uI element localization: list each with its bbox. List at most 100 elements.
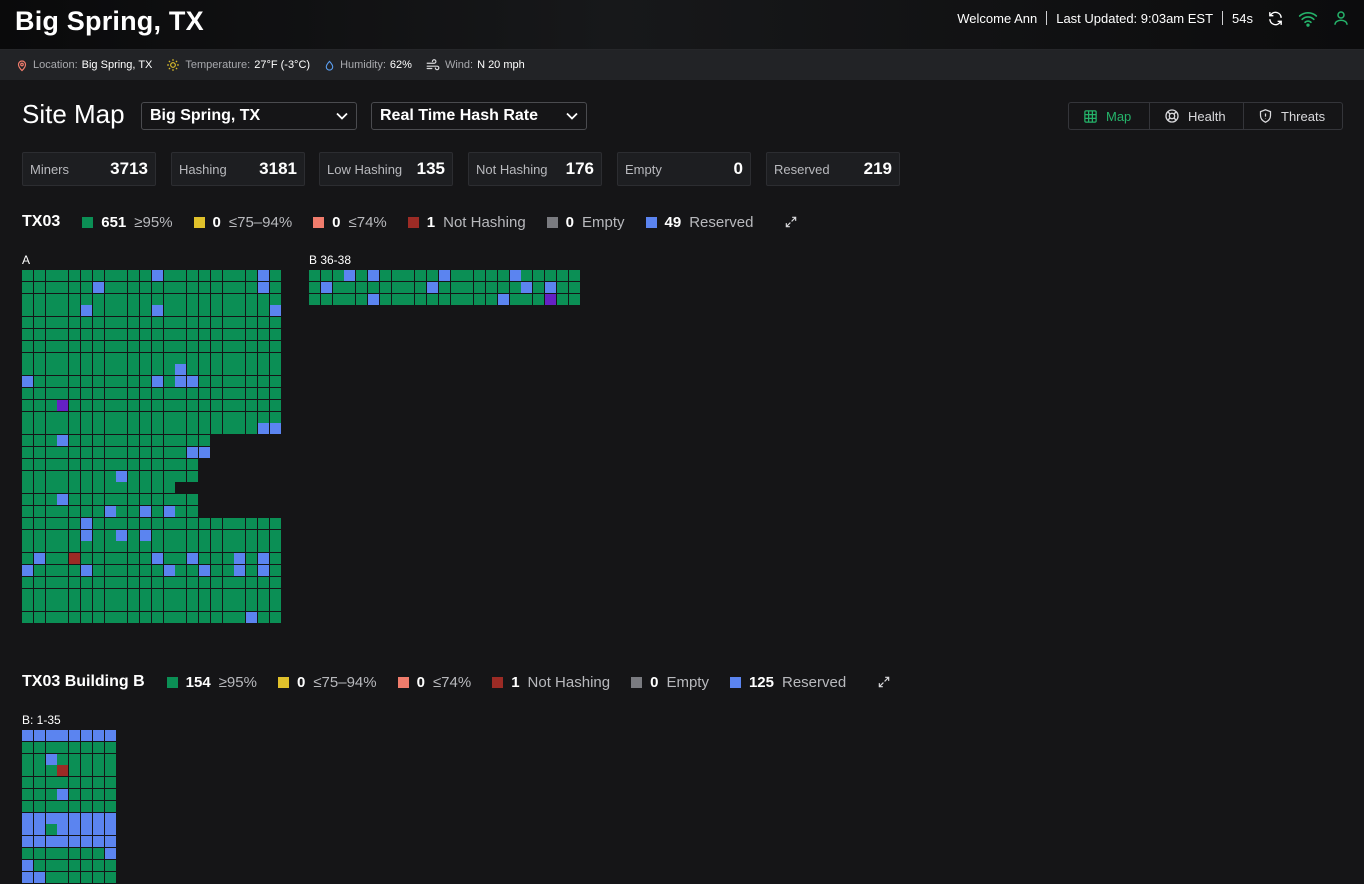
miner-cell-hashing[interactable] <box>57 600 69 612</box>
miner-cell-hashing[interactable] <box>210 364 222 376</box>
miner-cell-hashing[interactable] <box>210 305 222 317</box>
miner-cell-hashing[interactable] <box>57 470 69 482</box>
miner-cell-hashing[interactable] <box>210 281 222 293</box>
miner-cell-reserved[interactable] <box>116 529 128 541</box>
miner-cell-hashing[interactable] <box>258 329 269 340</box>
miner-cell-hashing[interactable] <box>222 541 234 553</box>
miner-cell-reserved[interactable] <box>269 423 281 435</box>
miner-cell-hashing[interactable] <box>22 447 33 458</box>
miner-cell-hashing[interactable] <box>45 293 57 305</box>
miner-cell-hashing[interactable] <box>57 317 69 329</box>
miner-cell-hashing[interactable] <box>92 871 104 883</box>
miner-cell-hashing[interactable] <box>116 435 128 447</box>
miner-cell-hashing[interactable] <box>33 447 45 458</box>
miner-cell-hashing[interactable] <box>45 588 57 600</box>
miner-cell-hashing[interactable] <box>33 529 45 541</box>
miner-cell-hashing[interactable] <box>140 494 151 506</box>
miner-cell-hashing[interactable] <box>45 824 57 836</box>
miner-cell-hashing[interactable] <box>521 293 533 305</box>
miner-cell-reserved[interactable] <box>22 812 33 824</box>
miner-cell-hashing[interactable] <box>81 506 92 517</box>
miner-cell-hashing[interactable] <box>92 352 104 364</box>
miner-cell-hashing[interactable] <box>269 576 281 588</box>
miner-cell-hashing[interactable] <box>57 352 69 364</box>
miner-cell-reserved[interactable] <box>69 730 81 741</box>
miner-cell-reserved[interactable] <box>33 871 45 883</box>
miner-cell-hashing[interactable] <box>258 576 269 588</box>
miner-cell-reserved[interactable] <box>22 859 33 871</box>
miner-cell-hashing[interactable] <box>234 600 246 612</box>
miner-cell-hashing[interactable] <box>92 364 104 376</box>
miner-cell-hashing[interactable] <box>222 340 234 352</box>
miner-cell-hashing[interactable] <box>450 293 462 305</box>
miner-cell-hashing[interactable] <box>116 340 128 352</box>
miner-cell-hashing[interactable] <box>22 364 33 376</box>
miner-cell-hashing[interactable] <box>116 447 128 458</box>
miner-cell-hashing[interactable] <box>246 293 258 305</box>
miner-cell-hashing[interactable] <box>140 376 151 388</box>
miner-cell-hashing[interactable] <box>222 411 234 423</box>
miner-cell-hashing[interactable] <box>45 565 57 576</box>
miner-cell-hashing[interactable] <box>92 576 104 588</box>
miner-cell-hashing[interactable] <box>116 376 128 388</box>
miner-cell-hashing[interactable] <box>33 777 45 789</box>
miner-cell-hashing[interactable] <box>45 553 57 565</box>
miner-cell-hashing[interactable] <box>81 411 92 423</box>
miner-cell-hashing[interactable] <box>258 376 269 388</box>
miner-cell-hashing[interactable] <box>104 388 116 399</box>
miner-cell-hashing[interactable] <box>81 270 92 281</box>
miner-cell-hashing[interactable] <box>45 447 57 458</box>
miner-cell-hashing[interactable] <box>210 588 222 600</box>
miner-cell-hashing[interactable] <box>556 281 568 293</box>
miner-cell-reserved[interactable] <box>22 836 33 848</box>
miner-cell-hashing[interactable] <box>210 529 222 541</box>
miner-cell-hashing[interactable] <box>33 541 45 553</box>
miner-cell-hashing[interactable] <box>81 753 92 765</box>
miner-cell-hashing[interactable] <box>128 435 140 447</box>
miner-cell-reserved[interactable] <box>521 281 533 293</box>
miner-cell-hashing[interactable] <box>199 293 210 305</box>
miner-cell-reserved[interactable] <box>258 553 269 565</box>
miner-cell-hashing[interactable] <box>199 352 210 364</box>
miner-cell-reserved[interactable] <box>269 305 281 317</box>
miner-cell-reserved[interactable] <box>258 270 269 281</box>
miner-cell-hashing[interactable] <box>22 270 33 281</box>
miner-cell-hashing[interactable] <box>33 800 45 812</box>
miner-cell-hashing[interactable] <box>57 270 69 281</box>
miner-cell-hashing[interactable] <box>246 541 258 553</box>
miner-cell-reserved[interactable] <box>187 553 199 565</box>
miner-cell-hashing[interactable] <box>128 364 140 376</box>
miner-cell-hashing[interactable] <box>104 588 116 600</box>
miner-cell-hashing[interactable] <box>69 305 81 317</box>
miner-cell-hashing[interactable] <box>474 281 486 293</box>
miner-cell-hashing[interactable] <box>246 576 258 588</box>
miner-cell-reserved[interactable] <box>81 517 92 529</box>
miner-cell-hashing[interactable] <box>246 305 258 317</box>
miner-cell-reserved[interactable] <box>81 730 92 741</box>
miner-cell-hashing[interactable] <box>246 553 258 565</box>
miner-cell-reserved[interactable] <box>104 824 116 836</box>
miner-cell-hashing[interactable] <box>116 364 128 376</box>
miner-cell-hashing[interactable] <box>175 588 187 600</box>
miner-cell-hashing[interactable] <box>104 399 116 411</box>
miner-cell-hashing[interactable] <box>57 565 69 576</box>
miner-cell-hashing[interactable] <box>332 281 344 293</box>
miner-cell-hashing[interactable] <box>258 517 269 529</box>
miner-cell-hashing[interactable] <box>175 517 187 529</box>
miner-cell-hashing[interactable] <box>33 741 45 753</box>
miner-cell-reserved[interactable] <box>151 553 163 565</box>
miner-cell-hashing[interactable] <box>258 588 269 600</box>
miner-cell-hashing[interactable] <box>33 411 45 423</box>
miner-cell-hashing[interactable] <box>163 399 175 411</box>
miner-cell-hashing[interactable] <box>140 293 151 305</box>
miner-cell-hashing[interactable] <box>57 482 69 494</box>
miner-cell-hashing[interactable] <box>104 494 116 506</box>
miner-cell-reserved[interactable] <box>187 376 199 388</box>
miner-cell-hashing[interactable] <box>151 612 163 624</box>
miner-cell-hashing[interactable] <box>92 741 104 753</box>
miner-cell-reserved[interactable] <box>116 470 128 482</box>
miner-cell-hashing[interactable] <box>568 270 580 281</box>
miner-cell-hashing[interactable] <box>104 553 116 565</box>
miner-cell-hashing[interactable] <box>81 600 92 612</box>
miner-cell-hashing[interactable] <box>269 329 281 340</box>
